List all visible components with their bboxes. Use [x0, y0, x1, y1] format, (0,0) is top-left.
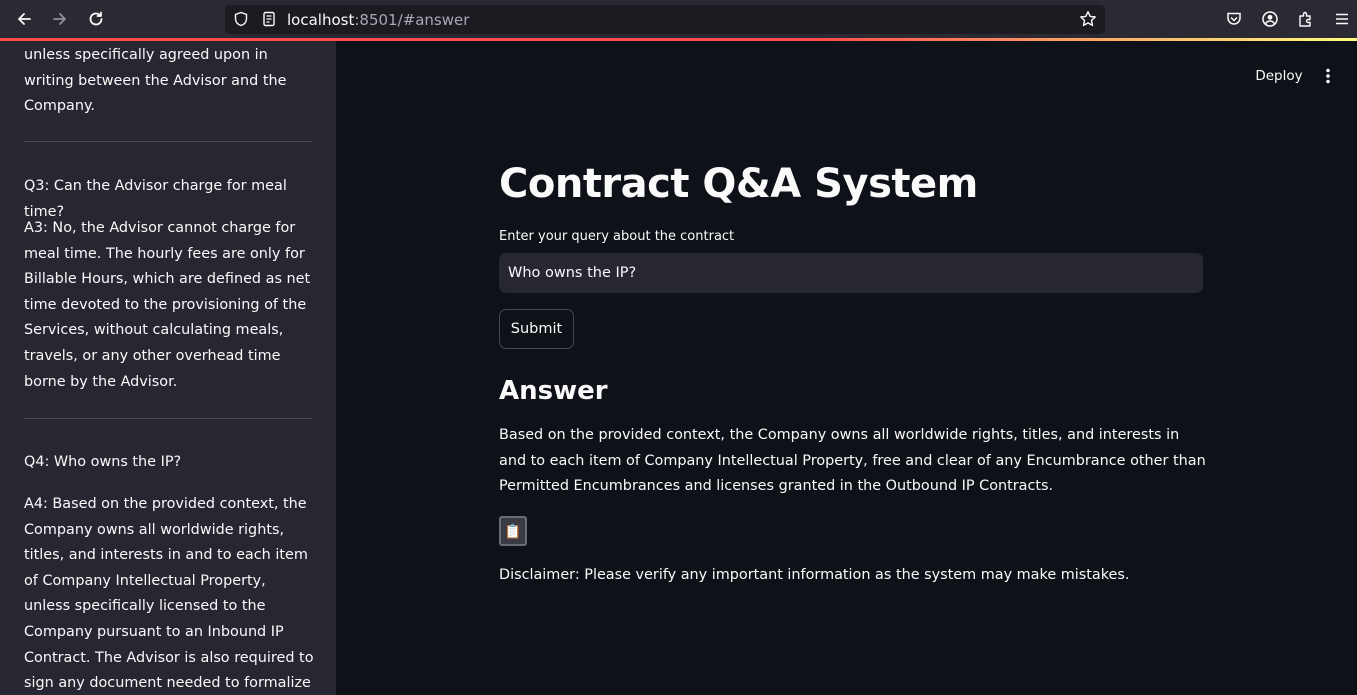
- disclaimer-text: Disclaimer: Please verify any important …: [499, 567, 1130, 583]
- forward-arrow-icon[interactable]: [48, 7, 72, 31]
- submit-button[interactable]: Submit: [499, 309, 574, 349]
- sidebar-answer-3: A3: No, the Advisor cannot charge for me…: [24, 220, 311, 390]
- answer-heading: Answer: [499, 376, 608, 406]
- hamburger-menu-icon[interactable]: [1330, 7, 1354, 31]
- url-path: :8501/#answer: [354, 11, 470, 29]
- browser-toolbar: localhost:8501/#answer: [0, 0, 1357, 38]
- sidebar-divider: [24, 141, 312, 142]
- more-options-icon[interactable]: [1318, 64, 1338, 88]
- url-text[interactable]: localhost:8501/#answer: [287, 10, 469, 29]
- copy-clipboard-icon[interactable]: 📋: [499, 516, 527, 546]
- sidebar-answer-4: A4: Based on the provided context, the C…: [24, 496, 314, 692]
- sidebar-question-4: Q4: Who owns the IP?: [24, 454, 182, 470]
- bookmark-star-icon[interactable]: [1079, 10, 1097, 32]
- sidebar-divider: [24, 418, 312, 419]
- account-icon[interactable]: [1258, 7, 1282, 31]
- query-input[interactable]: [499, 253, 1203, 293]
- sidebar: unless specifically agreed upon in writi…: [0, 41, 336, 695]
- page-info-icon[interactable]: [261, 11, 277, 31]
- pocket-icon[interactable]: [1222, 7, 1246, 31]
- url-host: localhost: [287, 11, 355, 29]
- answer-text: Based on the provided context, the Compa…: [499, 427, 1206, 495]
- url-bar[interactable]: localhost:8501/#answer: [225, 5, 1105, 34]
- reload-icon[interactable]: [84, 7, 108, 31]
- query-field-label: Enter your query about the contract: [499, 229, 735, 244]
- back-arrow-icon[interactable]: [12, 7, 36, 31]
- deploy-button[interactable]: Deploy: [1248, 64, 1310, 88]
- page-title: Contract Q&A System: [499, 161, 978, 207]
- extensions-icon[interactable]: [1294, 7, 1318, 31]
- sidebar-previous-answer-tail: unless specifically agreed upon in writi…: [24, 47, 287, 115]
- shield-icon[interactable]: [233, 11, 249, 31]
